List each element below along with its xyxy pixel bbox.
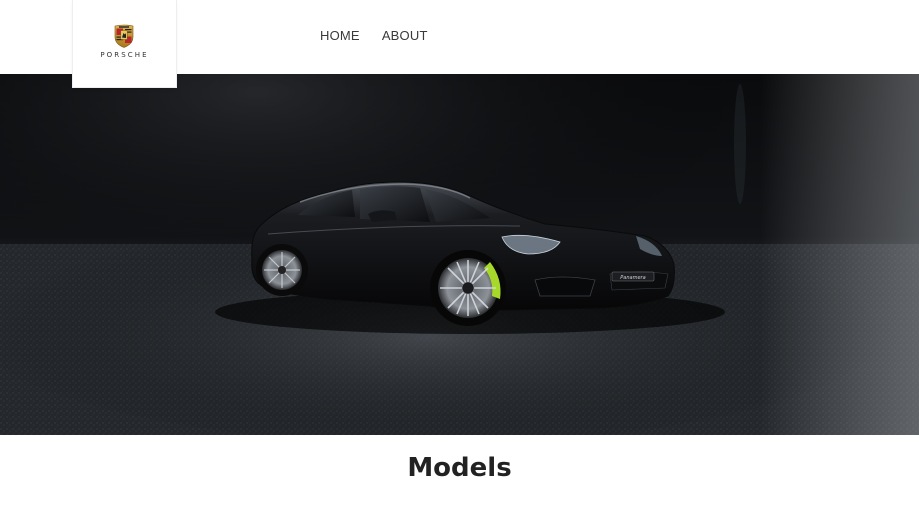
plate-text: Panamera (620, 275, 645, 281)
front-wheel (430, 250, 506, 326)
nav-link-about[interactable]: ABOUT (382, 27, 428, 45)
nav-link-home[interactable]: HOME (320, 27, 360, 45)
page: PORSCHE HOME ABOUT Panamera Models (0, 0, 919, 524)
models-section-title: Models (407, 453, 512, 483)
porsche-crest-icon (114, 24, 134, 48)
main-nav: HOME ABOUT (320, 27, 428, 45)
hero-banner: Panamera (0, 74, 919, 435)
rear-wheel (256, 244, 308, 296)
hero-car-image: Panamera (0, 74, 919, 435)
porsche-logo-link[interactable]: PORSCHE (73, 0, 176, 87)
porsche-wordmark: PORSCHE (100, 51, 149, 59)
site-header: PORSCHE HOME ABOUT (0, 0, 919, 87)
